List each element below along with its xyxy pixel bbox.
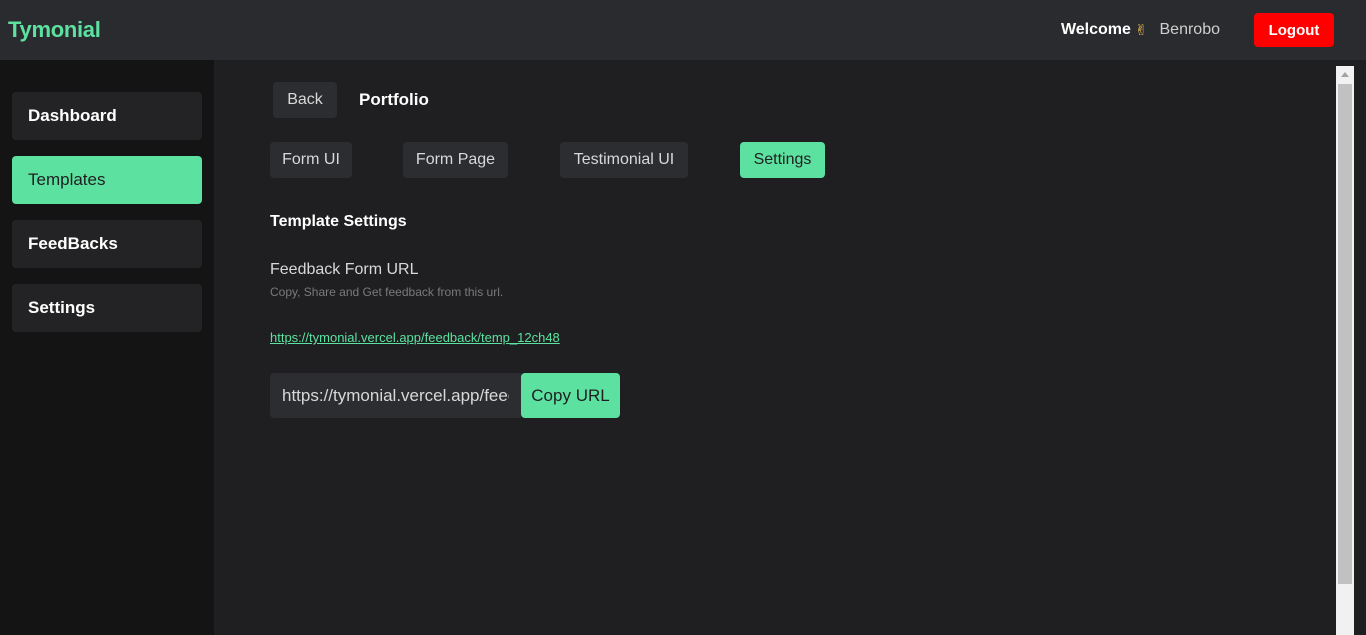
sidebar-item-dashboard[interactable]: Dashboard [12,92,202,140]
tab-form-page[interactable]: Form Page [403,142,508,178]
field-help-text: Copy, Share and Get feedback from this u… [270,285,504,299]
copy-url-button[interactable]: Copy URL [521,373,620,418]
scroll-thumb[interactable] [1338,84,1352,584]
sidebar-item-settings[interactable]: Settings [12,284,202,332]
field-label: Feedback Form URL [270,261,419,278]
logout-button[interactable]: Logout [1254,13,1334,47]
tab-testimonial-ui[interactable]: Testimonial UI [560,142,688,178]
user-area: Welcome ✌ Benrobo Logout [1061,13,1334,47]
wave-icon: ✌ [1134,22,1148,39]
scrollbar[interactable] [1336,66,1354,635]
sidebar-item-feedbacks[interactable]: FeedBacks [12,220,202,268]
page-title: Portfolio [359,90,429,109]
brand-logo[interactable]: Tymonial [8,17,101,43]
sidebar-item-templates[interactable]: Templates [12,156,202,204]
tab-settings[interactable]: Settings [740,142,825,178]
back-button[interactable]: Back [273,82,337,118]
url-input[interactable] [270,373,521,418]
page-header: Back Portfolio [273,82,429,118]
section-title: Template Settings [270,213,407,230]
sidebar: Dashboard Templates FeedBacks Settings [0,60,214,635]
tab-form-ui[interactable]: Form UI [270,142,352,178]
scroll-up-icon[interactable] [1341,72,1349,77]
welcome-text: Welcome [1060,21,1131,38]
main-content: Back Portfolio Form UI Form Page Testimo… [214,60,1336,635]
top-bar: Tymonial Welcome ✌ Benrobo Logout [0,0,1366,60]
feedback-url-link[interactable]: https://tymonial.vercel.app/feedback/tem… [270,330,560,345]
copy-url-row: Copy URL [270,373,620,418]
username: Benrobo [1159,21,1221,38]
